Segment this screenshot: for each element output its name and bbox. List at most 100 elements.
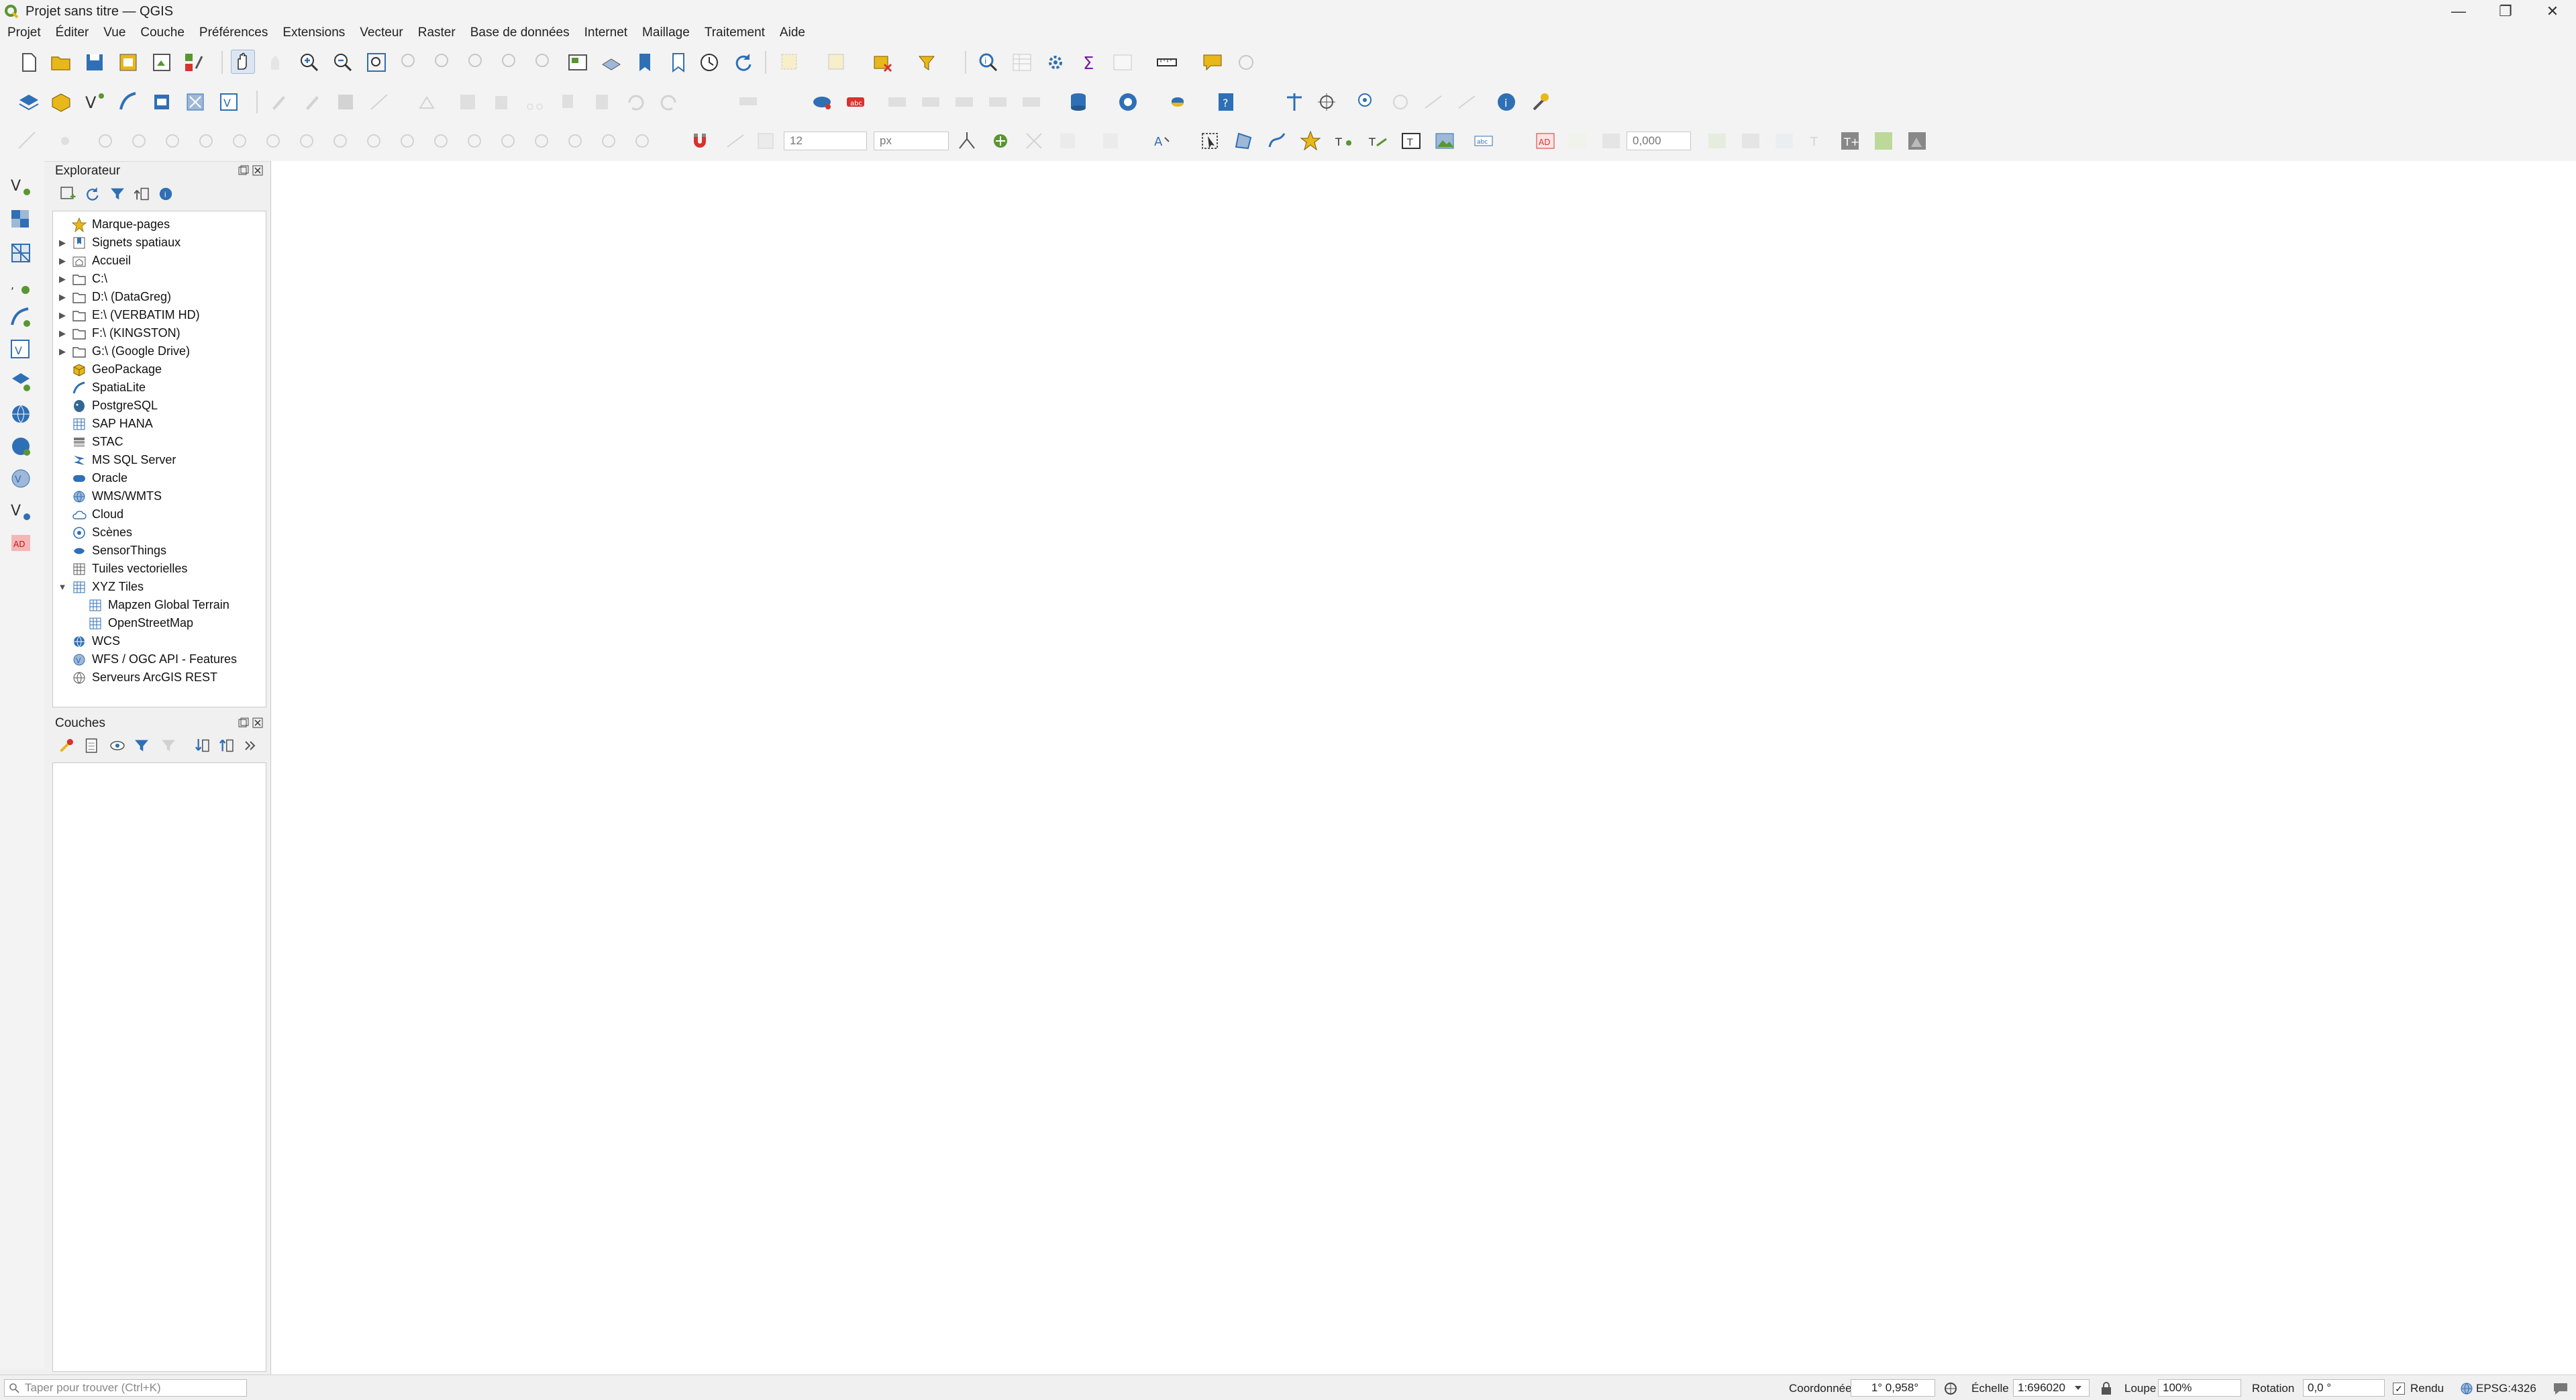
new-spatialite-layer-icon[interactable] [117, 91, 140, 113]
new-geopackage-layer-icon[interactable] [50, 91, 72, 113]
split-parts-icon[interactable] [497, 130, 519, 152]
reshape-features-icon[interactable] [329, 130, 352, 152]
style-manager-icon[interactable] [183, 51, 205, 74]
label-settings-icon[interactable]: abc [1472, 130, 1495, 152]
label-text-format-icon[interactable]: T [1806, 130, 1829, 152]
add-selected-layers-icon[interactable] [59, 185, 76, 203]
add-mesh-layer-icon[interactable] [9, 242, 32, 264]
explorer-item[interactable]: Tuiles vectorielles [57, 560, 187, 578]
magnifier-field[interactable]: 100% [2158, 1379, 2241, 1397]
new-vector-layer-icon[interactable]: V [9, 499, 32, 522]
help-contents-icon[interactable]: ? [1215, 91, 1237, 113]
render-checkbox[interactable]: ✓ [2393, 1383, 2405, 1395]
identify-info-icon[interactable]: i [1495, 91, 1518, 113]
new-project-icon[interactable] [17, 51, 40, 74]
chevron-right-icon[interactable]: ▶ [57, 292, 68, 303]
add-virtual-layer-side-icon[interactable]: V [9, 338, 32, 361]
add-postgis-layer-icon[interactable] [150, 91, 173, 113]
add-spatialite-layer-icon[interactable] [9, 306, 32, 329]
zoom-next-icon[interactable] [533, 51, 556, 74]
menu-vecteur[interactable]: Vecteur [352, 26, 410, 40]
snapping-tolerance-field[interactable]: 12 [784, 132, 867, 150]
open-layout-manager-icon[interactable] [1111, 51, 1134, 74]
explorer-item[interactable]: ▶ E:\ (VERBATIM HD) [57, 306, 200, 324]
georeferencer-icon[interactable] [1283, 91, 1306, 113]
pan-map-icon[interactable] [231, 50, 255, 74]
snapping-unit-select[interactable]: px [874, 132, 949, 150]
data-defined-override-icon[interactable]: AD [9, 532, 32, 554]
new-3d-map-view-icon[interactable] [600, 51, 623, 74]
messages-icon[interactable] [2553, 1381, 2569, 1396]
zoom-to-layer-icon[interactable] [432, 51, 455, 74]
menu-internet[interactable]: Internet [577, 26, 635, 40]
menu-couche[interactable]: Couche [133, 26, 192, 40]
map-tips-icon[interactable] [1201, 51, 1224, 74]
chevron-right-icon[interactable]: ▶ [57, 256, 68, 266]
explorer-item[interactable]: ▶ D:\ (DataGreg) [57, 288, 171, 306]
identify-features-icon[interactable]: i [977, 51, 1000, 74]
explorer-item[interactable]: WMS/WMTS [57, 487, 162, 505]
zoom-in-icon[interactable] [298, 51, 321, 74]
python-console-icon[interactable] [1166, 91, 1189, 113]
rotate-label-icon[interactable] [986, 91, 1009, 113]
label-font-icon[interactable] [1566, 130, 1589, 152]
add-vector-layer-icon[interactable]: V [83, 91, 106, 113]
restore-button[interactable]: ❐ [2482, 0, 2529, 23]
menu-editer[interactable]: Éditer [48, 26, 97, 40]
picture-annotation-icon[interactable] [1433, 130, 1456, 152]
add-virtual-layer-icon[interactable]: V [217, 91, 240, 113]
text-minus-icon[interactable] [1872, 130, 1895, 152]
merge-attributes-icon[interactable] [564, 130, 586, 152]
more-options-icon[interactable] [243, 737, 258, 754]
add-group-icon[interactable] [83, 737, 101, 754]
self-snapping-icon[interactable] [1023, 130, 1045, 152]
toggle-editing-icon[interactable] [301, 91, 323, 113]
menu-raster[interactable]: Raster [411, 26, 463, 40]
refresh-browser-icon[interactable] [83, 185, 101, 203]
text-plus-icon[interactable]: T+ [1839, 130, 1861, 152]
edit-geometry-icon[interactable] [1099, 130, 1122, 152]
explorer-item[interactable]: ▶ F:\ (KINGSTON) [57, 324, 181, 342]
add-ring-icon[interactable] [1389, 91, 1412, 113]
rotate-feature-icon[interactable] [94, 130, 117, 152]
change-label-icon[interactable] [1020, 91, 1043, 113]
select-annotation-icon[interactable] [1198, 130, 1221, 152]
label-shadow-icon[interactable] [1773, 130, 1796, 152]
delete-part-icon[interactable] [295, 130, 318, 152]
trim-extend-icon[interactable] [429, 130, 452, 152]
chevron-down-icon[interactable]: ▼ [57, 582, 68, 592]
reshape-icon[interactable] [1423, 91, 1445, 113]
explorer-item[interactable]: ▶ Signets spatiaux [57, 234, 181, 252]
explorer-item[interactable]: MS SQL Server [57, 451, 176, 469]
filter-browser-icon[interactable] [109, 185, 126, 203]
zoom-to-native-resolution-icon[interactable] [466, 51, 488, 74]
show-unplaced-labels-icon[interactable]: abc [844, 91, 867, 113]
undo-icon[interactable] [624, 91, 647, 113]
scale-feature-icon[interactable] [127, 130, 150, 152]
explorer-item[interactable]: ▶ C:\ [57, 270, 107, 288]
metasearch-icon[interactable] [1117, 91, 1139, 113]
explorer-item[interactable]: SAP HANA [57, 415, 153, 433]
close-window-button[interactable]: ✕ [2529, 0, 2576, 23]
add-xyz-layer-icon[interactable] [9, 403, 32, 426]
close-panel-icon[interactable] [252, 165, 263, 176]
explorer-item[interactable]: SpatiaLite [57, 379, 146, 397]
chevron-right-icon[interactable]: ▶ [57, 274, 68, 285]
menu-preferences[interactable]: Préférences [192, 26, 275, 40]
toggle-extents-icon[interactable] [1943, 1381, 1958, 1396]
line-annotation-icon[interactable] [1266, 130, 1288, 152]
chevron-right-icon[interactable]: ▶ [57, 328, 68, 339]
explorer-item[interactable]: GeoPackage [57, 360, 162, 379]
add-wms-wmts-layer-icon[interactable] [9, 370, 32, 393]
modify-attributes-icon[interactable] [456, 91, 479, 113]
pin-labels-icon[interactable] [886, 91, 909, 113]
snapping-mode-icon[interactable] [725, 130, 748, 152]
scale-dropdown-icon[interactable] [2073, 1383, 2083, 1393]
explorer-item[interactable]: WCS [57, 632, 120, 650]
explorer-item[interactable]: ▶ G:\ (Google Drive) [57, 342, 190, 360]
offset-point-symbols-icon[interactable] [631, 130, 654, 152]
offset-curve-icon[interactable] [1456, 91, 1479, 113]
settings-tools-icon[interactable] [1529, 91, 1551, 113]
new-spatial-bookmark-icon[interactable] [633, 51, 656, 74]
chevron-right-icon[interactable]: ▶ [57, 346, 68, 357]
